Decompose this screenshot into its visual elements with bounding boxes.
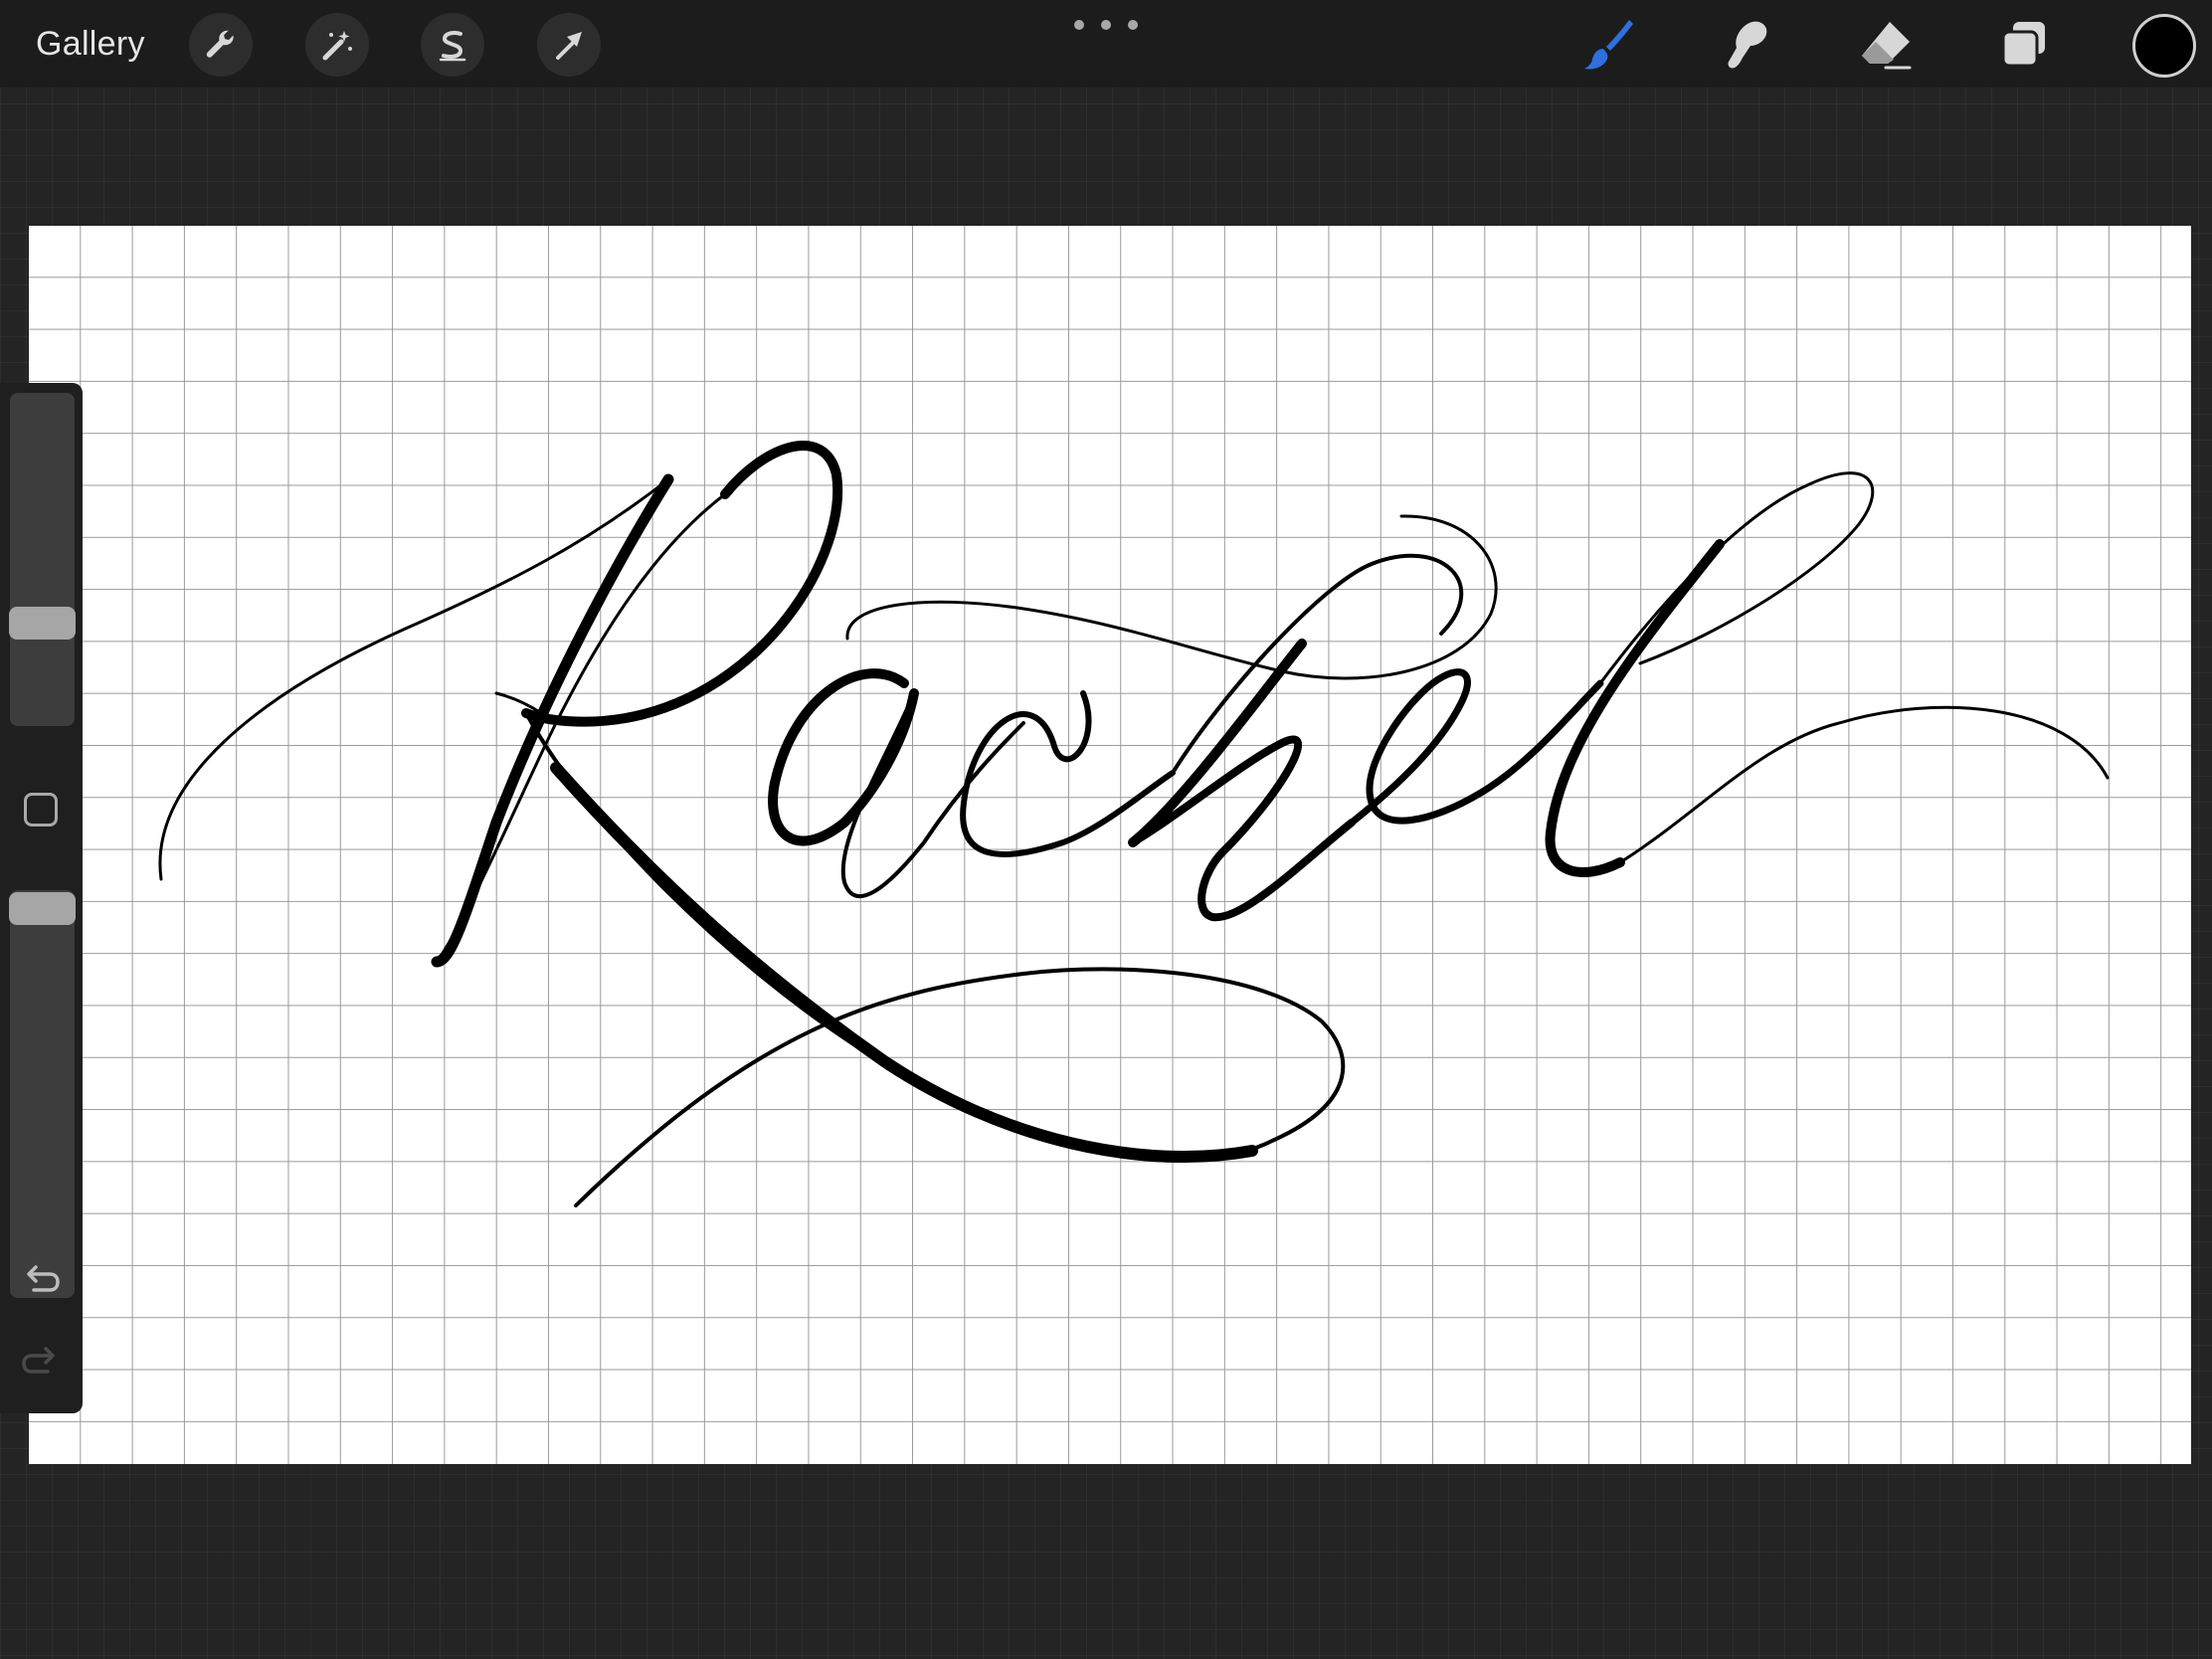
selection-button[interactable] — [421, 13, 484, 77]
smudge-tool-button[interactable] — [1713, 12, 1778, 78]
eraser-tool-button[interactable] — [1852, 12, 1918, 78]
undo-arrow-icon[interactable] — [20, 1258, 62, 1300]
arrow-cursor-icon — [556, 32, 582, 60]
modify-button[interactable] — [24, 793, 58, 827]
wrench-icon — [206, 30, 234, 58]
sidebar — [0, 383, 83, 1413]
rachel-calligraphy-artwork — [158, 441, 2110, 1207]
eraser-icon — [1862, 22, 1912, 70]
selection-s-icon — [439, 31, 466, 62]
adjustments-button[interactable] — [305, 13, 369, 77]
smudge-finger-icon — [1728, 21, 1767, 69]
redo-arrow-icon[interactable] — [20, 1340, 62, 1382]
drawing-canvas[interactable] — [29, 226, 2191, 1464]
transform-button[interactable] — [537, 13, 601, 77]
brush-icon — [1584, 20, 1633, 70]
magic-wand-icon — [322, 31, 352, 61]
ellipsis-icon[interactable] — [1074, 16, 1138, 34]
brush-size-slider[interactable] — [10, 393, 75, 726]
opacity-slider-thumb[interactable] — [9, 892, 76, 925]
layers-icon — [2001, 22, 2045, 68]
color-picker-button[interactable] — [2132, 14, 2196, 78]
brush-tool-button[interactable] — [1575, 12, 1641, 78]
brush-size-slider-thumb[interactable] — [9, 607, 76, 640]
layers-button[interactable] — [1991, 12, 2057, 78]
opacity-slider[interactable] — [10, 890, 75, 1298]
top-toolbar: Gallery — [0, 0, 2212, 88]
actions-button[interactable] — [189, 13, 253, 77]
gallery-button[interactable]: Gallery — [36, 22, 145, 66]
